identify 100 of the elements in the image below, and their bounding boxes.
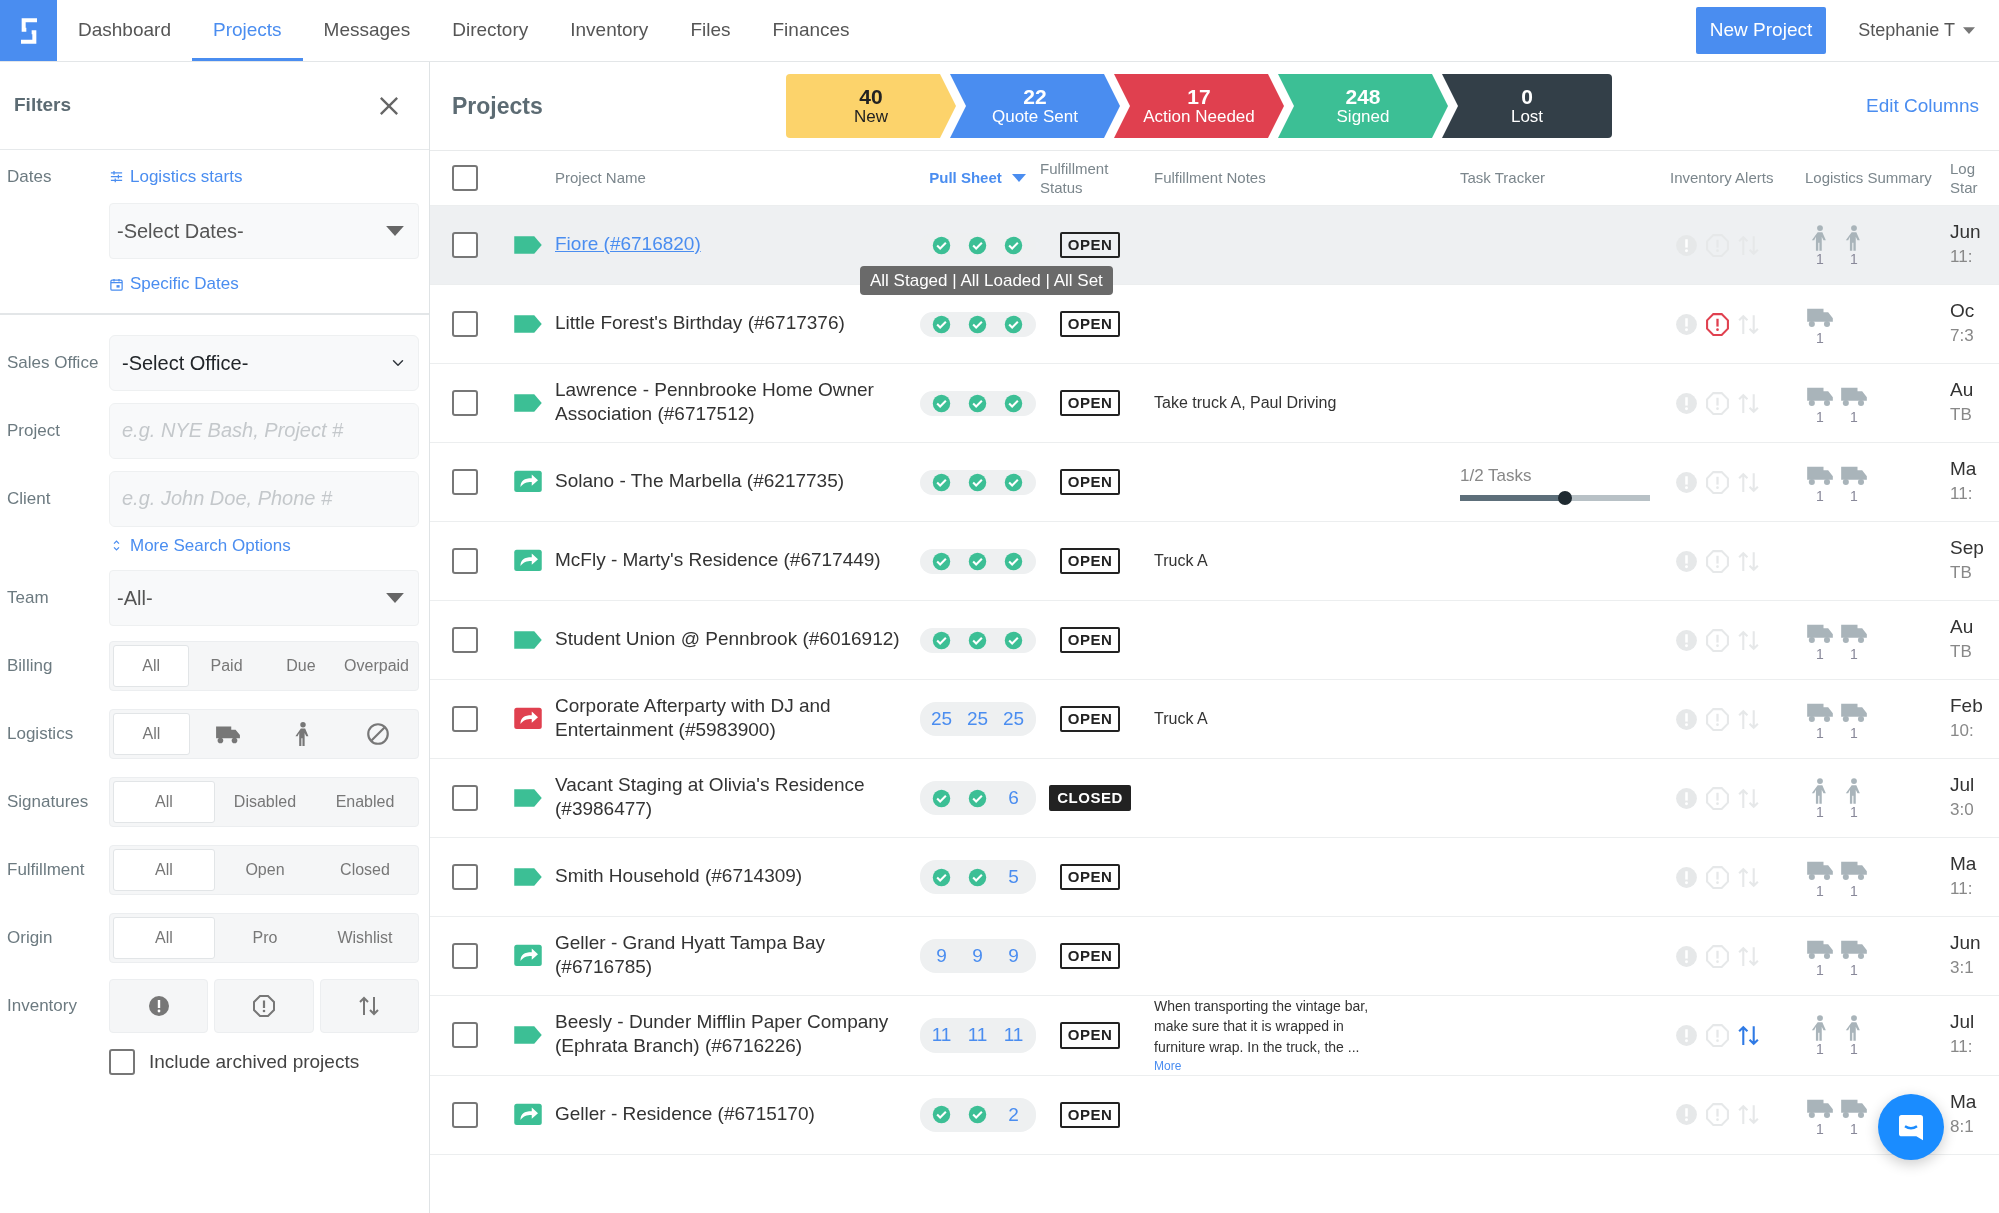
filter-option[interactable]: Closed xyxy=(315,848,415,891)
filter-option[interactable]: Wishlist xyxy=(315,916,415,959)
nav-tab[interactable]: Dashboard xyxy=(57,0,192,61)
team-select[interactable]: -All- xyxy=(109,569,419,626)
exclamation-octagon-filter-button[interactable] xyxy=(214,978,314,1033)
filter-option[interactable]: All xyxy=(113,848,215,891)
pipeline-stage[interactable]: 17 Action Needed xyxy=(1114,74,1284,138)
check-circle-icon xyxy=(968,393,987,413)
column-header: Project Name xyxy=(555,169,646,187)
fulfillment-status-tag: OPEN xyxy=(1059,1101,1121,1129)
start-time: 11: xyxy=(1950,482,1974,505)
filter-label: Origin xyxy=(7,927,54,949)
new-project-button[interactable]: New Project xyxy=(1695,7,1827,54)
start-time: 11: xyxy=(1950,877,1974,900)
filter-option[interactable]: Due xyxy=(263,644,339,687)
check-circle-icon xyxy=(1004,393,1023,413)
edit-columns-link[interactable]: Edit Columns xyxy=(1866,91,1979,121)
caret-icon xyxy=(386,226,404,237)
check-circle-icon xyxy=(968,472,987,492)
project-link[interactable]: Fiore (#6716820) xyxy=(555,233,709,254)
row-checkbox[interactable] xyxy=(452,943,478,969)
task-count: 1/2 Tasks xyxy=(1460,465,1533,488)
logistics-count: 1 xyxy=(1850,884,1858,898)
exclamation-circle-filter-button[interactable] xyxy=(109,978,209,1033)
check-circle-icon xyxy=(968,314,987,334)
nav-tab[interactable]: Messages xyxy=(302,0,432,61)
nav-tab[interactable]: Inventory xyxy=(549,0,670,61)
pull-sheet-count: 25 xyxy=(965,706,990,731)
pipeline-stage[interactable]: 248 Signed xyxy=(1278,74,1448,138)
logistics-count: 1 xyxy=(1850,805,1858,819)
sort-caret-icon xyxy=(1011,174,1026,182)
row-checkbox[interactable] xyxy=(452,232,478,258)
pipeline-stage[interactable]: 22 Quote Sent xyxy=(950,74,1120,138)
filter-option[interactable]: All xyxy=(113,712,190,755)
pipeline-stage[interactable]: 0 Lost xyxy=(1442,74,1612,138)
more-search-options-link[interactable]: More Search Options xyxy=(109,532,291,558)
more-link[interactable]: More xyxy=(1154,1056,1460,1075)
tooltip: All Staged | All Loaded | All Set xyxy=(860,265,1113,295)
fulfillment-status-tag: CLOSED xyxy=(1049,784,1131,812)
chat-button[interactable] xyxy=(1878,1094,1944,1160)
filter-option[interactable]: Open xyxy=(215,848,315,891)
checkbox[interactable] xyxy=(109,1049,135,1075)
pull-sheet-count: 9 xyxy=(971,943,984,968)
user-menu-button[interactable]: Stephanie T xyxy=(1852,0,1999,61)
filter-option[interactable]: All xyxy=(113,780,215,823)
fulfillment-status-tag: OPEN xyxy=(1059,1022,1121,1049)
filter-option[interactable]: All xyxy=(113,916,215,959)
fulfillment-status-tag: OPEN xyxy=(1059,310,1121,338)
logistics-count: 1 xyxy=(1816,647,1824,661)
check-circle-icon xyxy=(1004,551,1023,571)
filter-label: Billing xyxy=(7,655,54,677)
office-select[interactable]: -Select Office- xyxy=(109,334,419,391)
logistics-count: 1 xyxy=(1816,1121,1824,1136)
check-circle-icon xyxy=(1004,235,1023,255)
pull-sheet-count: 2 xyxy=(1007,1102,1020,1127)
nav-tab[interactable]: Projects xyxy=(191,0,303,61)
nav-tab[interactable]: Files xyxy=(669,0,752,61)
check-circle-icon xyxy=(932,393,951,413)
filter-option[interactable]: Enabled xyxy=(315,780,415,823)
row-checkbox[interactable] xyxy=(452,1101,478,1128)
filter-label: Team xyxy=(7,587,50,609)
caret-icon xyxy=(1963,27,1975,34)
fulfillment-status-tag: OPEN xyxy=(1059,626,1121,654)
row-checkbox[interactable] xyxy=(452,627,478,653)
filter-label: Sales Office xyxy=(7,351,100,374)
row-checkbox[interactable] xyxy=(452,706,478,732)
date-select[interactable]: -Select Dates- xyxy=(109,203,419,260)
select-all-checkbox[interactable] xyxy=(452,165,478,191)
row-checkbox[interactable] xyxy=(452,469,478,495)
row-checkbox[interactable] xyxy=(452,785,478,811)
start-date: Sep xyxy=(1950,536,1985,560)
filter-label: Fulfillment xyxy=(7,859,86,881)
specific-dates-link[interactable]: Specific Dates xyxy=(109,271,239,297)
project-name: Little Forest's Birthday (#6717376) xyxy=(555,312,846,333)
filter-option[interactable]: Paid xyxy=(189,644,264,687)
row-checkbox[interactable] xyxy=(452,390,478,416)
filter-option[interactable]: Overpaid xyxy=(338,644,415,687)
filter-option[interactable]: Disabled xyxy=(215,780,315,823)
start-date: Oc xyxy=(1950,299,1976,323)
filter-label: Inventory xyxy=(7,995,78,1017)
calendar-icon xyxy=(109,276,124,292)
fulfillment-status-tag: OPEN xyxy=(1059,863,1121,891)
row-checkbox[interactable] xyxy=(452,1022,478,1049)
fulfillment-status-tag: OPEN xyxy=(1059,389,1121,417)
filter-option[interactable]: Pro xyxy=(215,916,315,959)
date-mode-link[interactable]: Logistics starts xyxy=(109,164,243,190)
row-checkbox[interactable] xyxy=(452,311,478,337)
row-checkbox[interactable] xyxy=(452,548,478,574)
logistics-count: 1 xyxy=(1816,1042,1824,1057)
fulfillment-status-tag: OPEN xyxy=(1059,547,1121,575)
row-checkbox[interactable] xyxy=(452,864,478,890)
project-name: Student Union @ Pennbrook (#6016912) xyxy=(555,628,901,649)
start-date: Ma xyxy=(1950,457,1978,481)
task-progress-thumb[interactable] xyxy=(1557,490,1572,505)
nav-tab[interactable]: Directory xyxy=(431,0,550,61)
nav-tab[interactable]: Finances xyxy=(751,0,871,61)
pipeline-stage[interactable]: 40 New xyxy=(786,74,956,138)
start-time: 3:1 xyxy=(1950,956,1975,979)
sorted-column-header[interactable]: Pull Sheet xyxy=(929,168,1026,188)
filter-option[interactable]: All xyxy=(113,644,190,687)
